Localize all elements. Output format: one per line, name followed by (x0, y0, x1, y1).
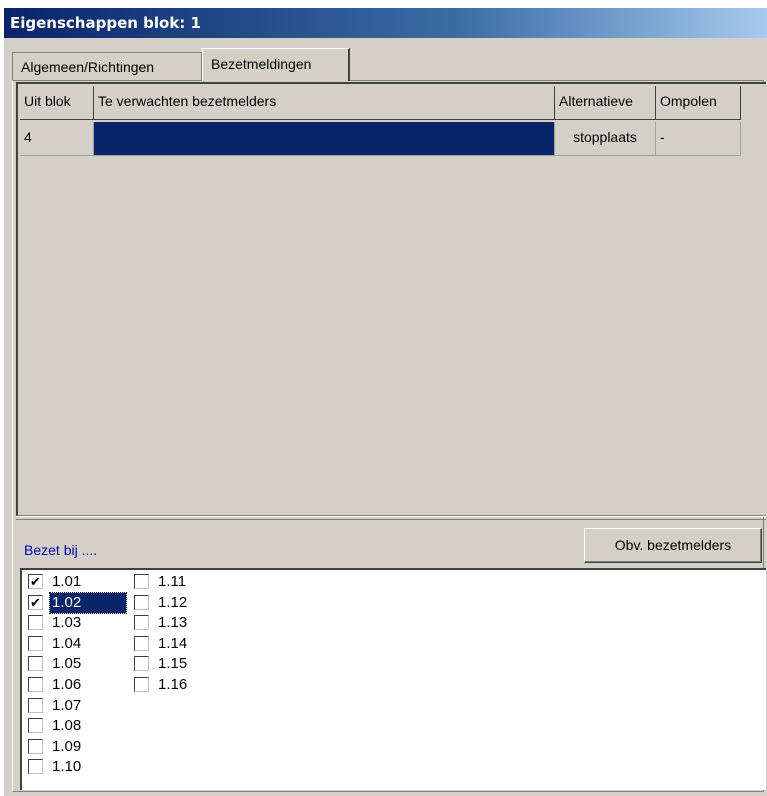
checklist-item[interactable]: 1.03 (28, 613, 128, 633)
checklist-item[interactable]: 1.12 (134, 593, 234, 613)
checklist-item-label: 1.07 (52, 696, 82, 714)
checkbox[interactable] (28, 677, 43, 692)
checklist-item-label: 1.01 (52, 573, 82, 590)
checklist-item[interactable]: 1.10 (28, 757, 128, 777)
obv-bezetmelders-button[interactable]: Obv. bezetmelders (584, 528, 762, 563)
blocks-grid[interactable]: Uit blok Te verwachten bezetmelders Alte… (16, 82, 766, 516)
checklist-item[interactable]: 1.04 (28, 634, 128, 654)
checkbox[interactable]: ✔ (28, 594, 43, 610)
checkbox[interactable] (28, 738, 43, 754)
window-title[interactable]: Eigenschappen blok: 1 (4, 8, 767, 38)
checklist-item-label: 1.05 (52, 655, 82, 673)
checkbox[interactable] (28, 635, 43, 651)
checklist-item-label: 1.03 (52, 614, 82, 632)
checkbox[interactable] (28, 718, 43, 734)
checklist-item[interactable]: 1.05 (28, 654, 128, 674)
checklist-item[interactable]: ✔ 1.01 (28, 572, 128, 592)
checklist-item-label: 1.04 (52, 634, 82, 652)
checklist-item[interactable]: 1.15 (134, 654, 234, 674)
column-header-te-verwachten[interactable]: Te verwachten bezetmelders (94, 86, 555, 120)
checkbox[interactable] (28, 697, 43, 713)
checklist-item[interactable]: 1.13 (134, 613, 234, 633)
checklist-item-label: 1.10 (52, 758, 82, 776)
checklist-item[interactable]: 1.16 (134, 675, 234, 695)
column-header-uit-blok[interactable]: Uit blok (20, 86, 94, 120)
checklist-item-label: 1.09 (52, 737, 82, 755)
checklist-item-label: 1.14 (158, 634, 188, 652)
checklist-item-label: 1.08 (52, 717, 82, 735)
checklist-item[interactable]: 1.11 (134, 572, 234, 592)
cell-ompolen[interactable]: - (656, 122, 741, 156)
checkbox[interactable] (28, 615, 43, 631)
checklist-item-label: 1.11 (158, 573, 187, 590)
splitter[interactable] (16, 516, 766, 520)
checkbox[interactable]: ✔ (28, 574, 43, 589)
checkbox[interactable] (28, 759, 43, 775)
checklist-item[interactable]: 1.06 (28, 675, 128, 695)
cell-alternatieve[interactable]: stopplaats (555, 122, 656, 156)
checkbox[interactable] (134, 677, 149, 692)
checkbox[interactable] (134, 656, 149, 672)
checklist-item-label: 1.13 (158, 614, 188, 632)
checklist-item[interactable]: 1.08 (28, 716, 128, 736)
checklist-item[interactable]: 1.09 (28, 737, 128, 757)
checklist-item[interactable]: ✔ 1.02 (28, 591, 128, 614)
checklist-item[interactable]: 1.14 (134, 634, 234, 654)
checklist-item-label: 1.16 (158, 676, 188, 693)
checklist-item-label: 1.02 (49, 591, 127, 614)
cell-uit-blok[interactable]: 4 (20, 122, 94, 156)
checkbox[interactable] (134, 635, 149, 651)
checkbox[interactable] (28, 656, 43, 672)
checklist-item-label: 1.12 (158, 593, 188, 611)
checklist-item-label: 1.06 (52, 676, 82, 693)
tab-bezetmeldingen[interactable]: Bezetmeldingen (202, 48, 350, 81)
cell-te-verwachten[interactable] (94, 122, 555, 156)
bezet-checklist[interactable]: ✔ 1.01 ✔ 1.02 1.03 1.04 1.05 1.06 1.07 1.08 1.09 1.… (20, 568, 766, 790)
checkbox[interactable] (134, 574, 149, 589)
checkbox[interactable] (134, 615, 149, 631)
column-header-alternatieve[interactable]: Alternatieve (555, 86, 656, 120)
checkbox[interactable] (134, 594, 149, 610)
checklist-item-label: 1.15 (158, 655, 188, 673)
tab-algemeen-richtingen[interactable]: Algemeen/Richtingen (12, 52, 202, 80)
column-header-ompolen[interactable]: Ompolen (656, 86, 741, 120)
bezet-bij-label: Bezet bij .... (24, 542, 98, 558)
checklist-item[interactable]: 1.07 (28, 696, 128, 716)
